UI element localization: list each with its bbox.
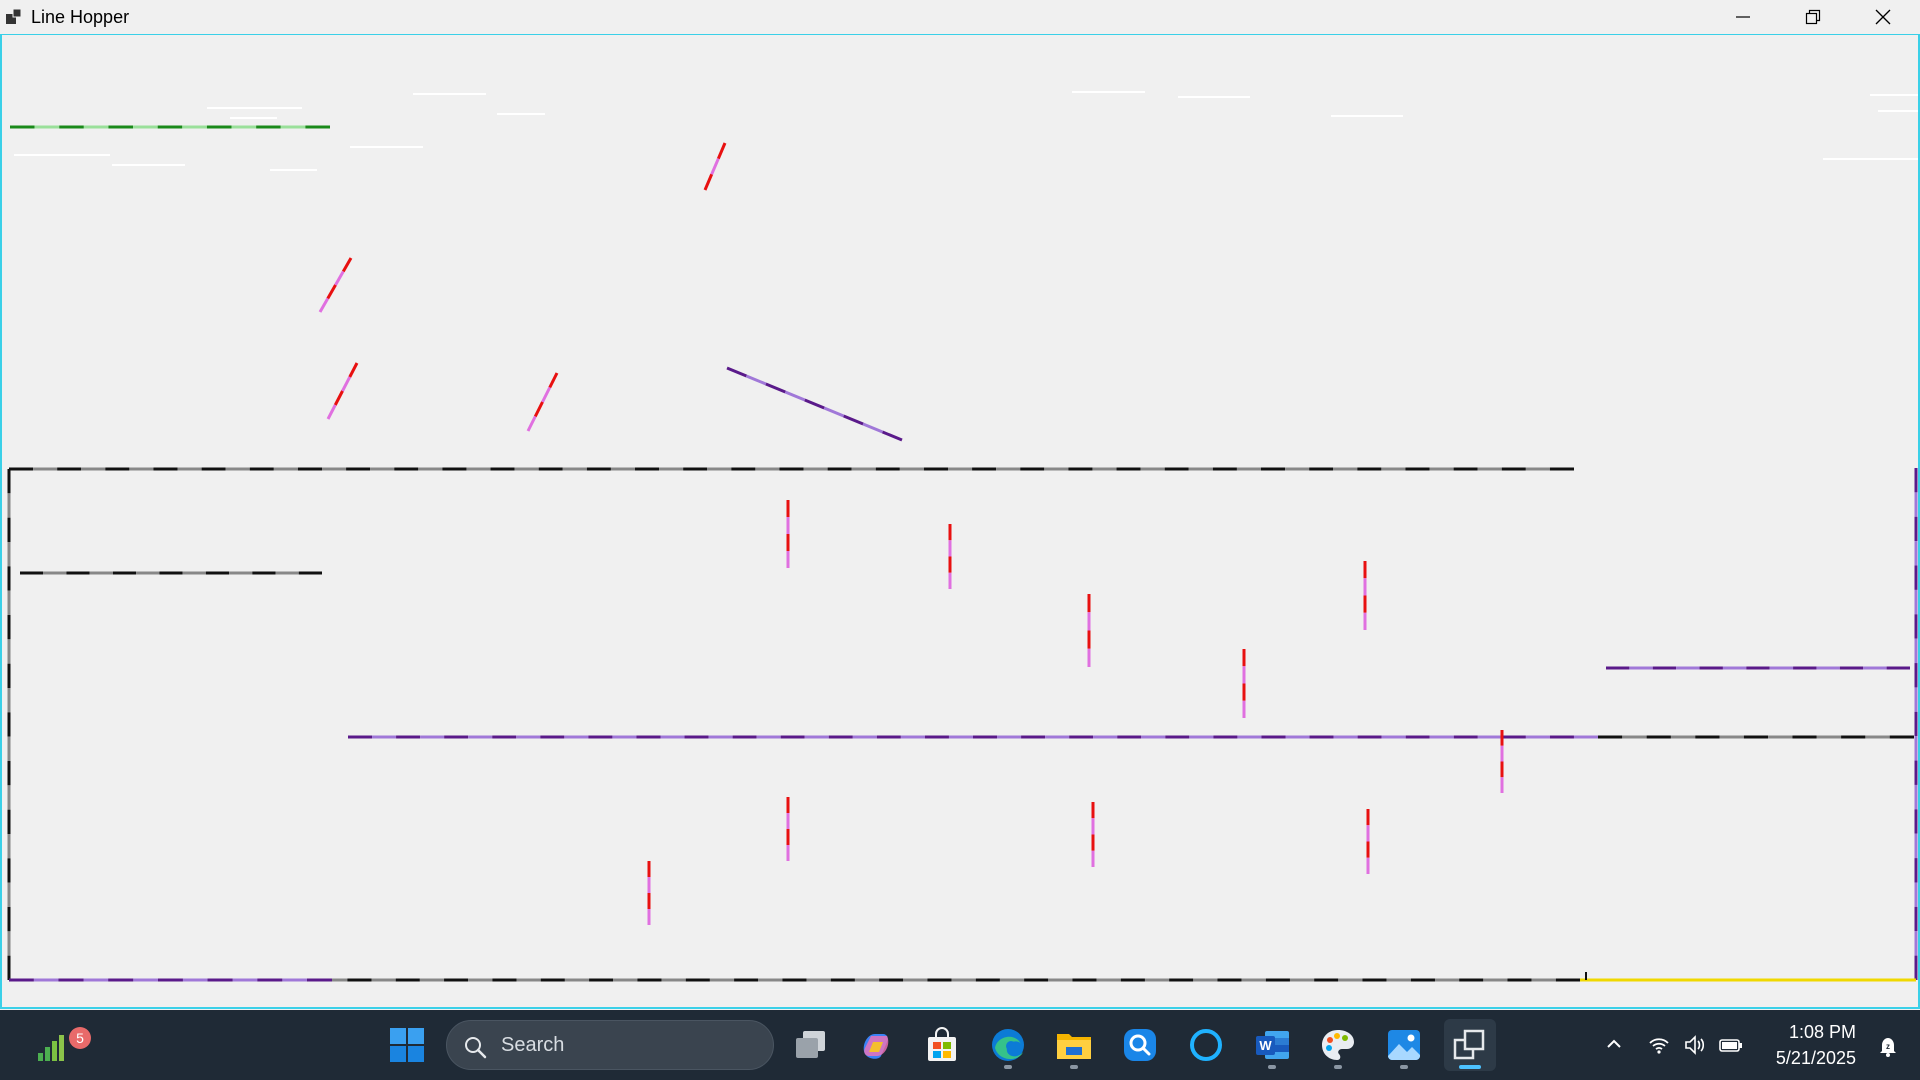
slanted-platform — [785, 392, 804, 400]
slanted-platform — [824, 408, 843, 416]
cortana-icon — [1187, 1026, 1225, 1064]
line-hopper-app-icon — [1452, 1027, 1488, 1063]
spike-hazard — [550, 373, 557, 388]
taskbar-search[interactable]: Search — [446, 1020, 774, 1070]
file-explorer-icon — [1054, 1025, 1094, 1065]
game-canvas[interactable] — [0, 35, 1920, 1009]
app-search-button[interactable] — [1114, 1019, 1166, 1071]
windows-start-icon — [389, 1027, 425, 1063]
spike-hazard — [343, 258, 351, 272]
cortana-button[interactable] — [1180, 1019, 1232, 1071]
svg-text:W: W — [1259, 1038, 1272, 1053]
line-hopper-taskbar-button[interactable] — [1444, 1019, 1496, 1071]
spike-hazard — [350, 363, 357, 377]
slanted-platform — [766, 384, 785, 392]
spike-hazard — [328, 405, 335, 419]
minimize-icon — [1735, 9, 1751, 25]
spike-hazard — [718, 143, 725, 159]
paint-button[interactable] — [1312, 1019, 1364, 1071]
volume-icon[interactable] — [1684, 1034, 1706, 1056]
task-view-icon — [791, 1025, 831, 1065]
taskbar: 5 Search — [0, 1010, 1920, 1080]
spike-hazard — [328, 285, 336, 299]
game-scene — [2, 35, 1918, 1007]
close-icon — [1875, 9, 1891, 25]
signal-bars-icon — [32, 1025, 72, 1065]
spike-hazard — [712, 159, 719, 175]
spike-hazard — [528, 417, 535, 432]
search-icon — [463, 1035, 487, 1059]
photos-button[interactable] — [1378, 1019, 1430, 1071]
minimize-button[interactable] — [1708, 0, 1778, 34]
app-window-icon — [5, 8, 23, 26]
restore-icon — [1805, 9, 1821, 25]
svg-text:z: z — [1886, 1042, 1890, 1051]
widgets-badge: 5 — [69, 1027, 91, 1049]
window-titlebar[interactable]: Line Hopper — [0, 0, 1920, 35]
widgets-button[interactable]: 5 — [22, 1019, 82, 1071]
clock-date[interactable]: 5/21/2025 — [1776, 1048, 1856, 1069]
photos-icon — [1385, 1026, 1423, 1064]
file-explorer-button[interactable] — [1048, 1019, 1100, 1071]
edge-button[interactable] — [982, 1019, 1034, 1071]
spike-hazard — [335, 391, 342, 405]
slanted-platform — [883, 432, 902, 440]
start-button[interactable] — [381, 1019, 433, 1071]
slanted-platform — [844, 416, 863, 424]
task-view-button[interactable] — [785, 1019, 837, 1071]
word-icon: W — [1253, 1026, 1291, 1064]
slanted-platform — [863, 424, 882, 432]
system-tray: 1:08 PM 5/21/2025 z — [1596, 1010, 1920, 1080]
search-placeholder: Search — [501, 1034, 564, 1057]
slanted-platform — [805, 400, 824, 408]
restore-button[interactable] — [1778, 0, 1848, 34]
battery-icon[interactable] — [1718, 1034, 1744, 1056]
wifi-icon[interactable] — [1648, 1034, 1670, 1056]
copilot-icon — [857, 1026, 895, 1064]
spike-hazard — [343, 377, 350, 391]
clock-time[interactable]: 1:08 PM — [1789, 1022, 1856, 1043]
notification-bell-icon[interactable]: z — [1876, 1034, 1900, 1058]
slanted-platform — [727, 368, 746, 376]
close-button[interactable] — [1848, 0, 1918, 34]
window-title: Line Hopper — [31, 7, 129, 28]
word-button[interactable]: W — [1246, 1019, 1298, 1071]
chevron-up-icon[interactable] — [1604, 1034, 1624, 1054]
edge-icon — [989, 1026, 1027, 1064]
paint-icon — [1319, 1026, 1357, 1064]
spike-hazard — [320, 299, 328, 313]
spike-hazard — [543, 388, 550, 403]
spike-hazard — [535, 402, 542, 417]
store-icon — [924, 1027, 960, 1063]
spike-hazard — [336, 272, 344, 286]
app-search-icon — [1121, 1026, 1159, 1064]
spike-hazard — [705, 174, 712, 190]
slanted-platform — [746, 376, 765, 384]
store-button[interactable] — [916, 1019, 968, 1071]
copilot-button[interactable] — [850, 1019, 902, 1071]
